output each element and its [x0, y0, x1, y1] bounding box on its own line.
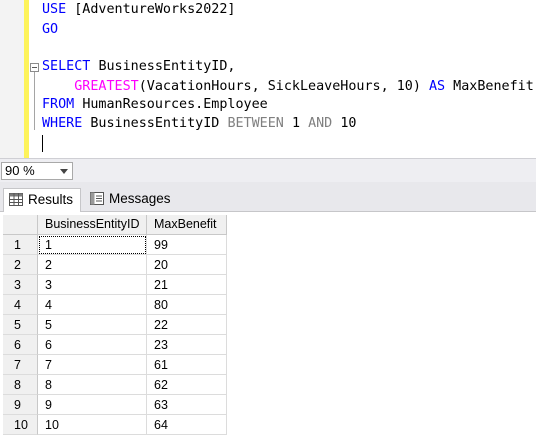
- table-cell[interactable]: 2: [38, 255, 147, 275]
- code-token: 10: [340, 116, 357, 131]
- code-token: (VacationHours, SickLeaveHours, 10): [138, 79, 429, 94]
- table-cell[interactable]: 80: [147, 295, 227, 315]
- grid-icon: [9, 193, 23, 206]
- tab-results[interactable]: Results: [3, 188, 81, 212]
- editor-status-bar: 90 %: [0, 158, 536, 182]
- code-token: 1: [291, 116, 309, 131]
- code-line: WHERE BusinessEntityID BETWEEN 1 AND 10: [42, 114, 356, 134]
- table-cell[interactable]: 62: [147, 375, 227, 395]
- table-cell[interactable]: 5: [38, 315, 147, 335]
- code-line: USE [AdventureWorks2022]: [42, 0, 236, 20]
- table-cell[interactable]: 61: [147, 355, 227, 375]
- editor-gutter: [0, 0, 24, 158]
- query-editor[interactable]: USE [AdventureWorks2022] GO SELECT Busin…: [0, 0, 536, 158]
- table-cell[interactable]: 8: [38, 375, 147, 395]
- tab-results-label: Results: [28, 192, 74, 207]
- tab-messages[interactable]: Messages: [85, 188, 177, 212]
- row-number[interactable]: 9: [3, 395, 38, 415]
- code-line: GO: [42, 20, 58, 40]
- code-line: SELECT BusinessEntityID,: [42, 57, 236, 77]
- row-number[interactable]: 3: [3, 275, 38, 295]
- code-line: FROM HumanResources.Employee: [42, 95, 268, 115]
- row-number[interactable]: 10: [3, 415, 38, 435]
- code-token: GO: [42, 22, 59, 37]
- row-number[interactable]: 2: [3, 255, 38, 275]
- code-token: BusinessEntityID,: [98, 59, 236, 74]
- table-cell[interactable]: 10: [38, 415, 147, 435]
- column-header[interactable]: MaxBenefit: [147, 215, 227, 235]
- table-cell[interactable]: 21: [147, 275, 227, 295]
- table-cell[interactable]: 1: [38, 235, 147, 255]
- collapse-icon[interactable]: [30, 63, 39, 72]
- zoom-dropdown[interactable]: 90 %: [1, 162, 73, 180]
- messages-icon: [90, 192, 104, 205]
- chevron-down-icon[interactable]: [60, 169, 68, 174]
- text-caret: [42, 135, 43, 152]
- outlining-line: [34, 72, 35, 130]
- code-token: AS: [428, 79, 454, 94]
- code-token: USE: [42, 2, 75, 17]
- code-token: SELECT: [42, 59, 99, 74]
- code-line: GREATEST(VacationHours, SickLeaveHours, …: [42, 77, 534, 97]
- table-cell[interactable]: 7: [38, 355, 147, 375]
- change-tracking-bar: [24, 0, 29, 158]
- table-cell[interactable]: 99: [147, 235, 227, 255]
- row-number[interactable]: 1: [3, 235, 38, 255]
- table-cell[interactable]: 3: [38, 275, 147, 295]
- grid-corner-header[interactable]: [3, 215, 38, 235]
- results-grid[interactable]: BusinessEntityID MaxBenefit 1 1 99 2 2 2…: [0, 212, 536, 437]
- code-token: BETWEEN: [227, 116, 292, 131]
- column-header[interactable]: BusinessEntityID: [38, 215, 147, 235]
- code-token: FROM: [42, 97, 83, 112]
- code-token: [AdventureWorks2022]: [74, 2, 236, 17]
- row-number[interactable]: 7: [3, 355, 38, 375]
- table-cell[interactable]: 22: [147, 315, 227, 335]
- table-cell[interactable]: 20: [147, 255, 227, 275]
- code-token: AND: [308, 116, 341, 131]
- code-token: WHERE: [42, 116, 91, 131]
- code-token: BusinessEntityID: [90, 116, 228, 131]
- row-number[interactable]: 4: [3, 295, 38, 315]
- code-token: MaxBenefit: [453, 79, 534, 94]
- row-number[interactable]: 6: [3, 335, 38, 355]
- table-cell[interactable]: 64: [147, 415, 227, 435]
- zoom-value: 90 %: [5, 163, 35, 178]
- row-number[interactable]: 8: [3, 375, 38, 395]
- table-cell[interactable]: 4: [38, 295, 147, 315]
- table-cell[interactable]: 23: [147, 335, 227, 355]
- row-number[interactable]: 5: [3, 315, 38, 335]
- table-cell[interactable]: 6: [38, 335, 147, 355]
- table-cell[interactable]: 63: [147, 395, 227, 415]
- code-token: HumanResources.Employee: [82, 97, 268, 112]
- table-cell[interactable]: 9: [38, 395, 147, 415]
- code-token: GREATEST: [74, 79, 139, 94]
- tab-messages-label: Messages: [109, 191, 171, 206]
- results-tab-strip: Results Messages: [0, 182, 536, 212]
